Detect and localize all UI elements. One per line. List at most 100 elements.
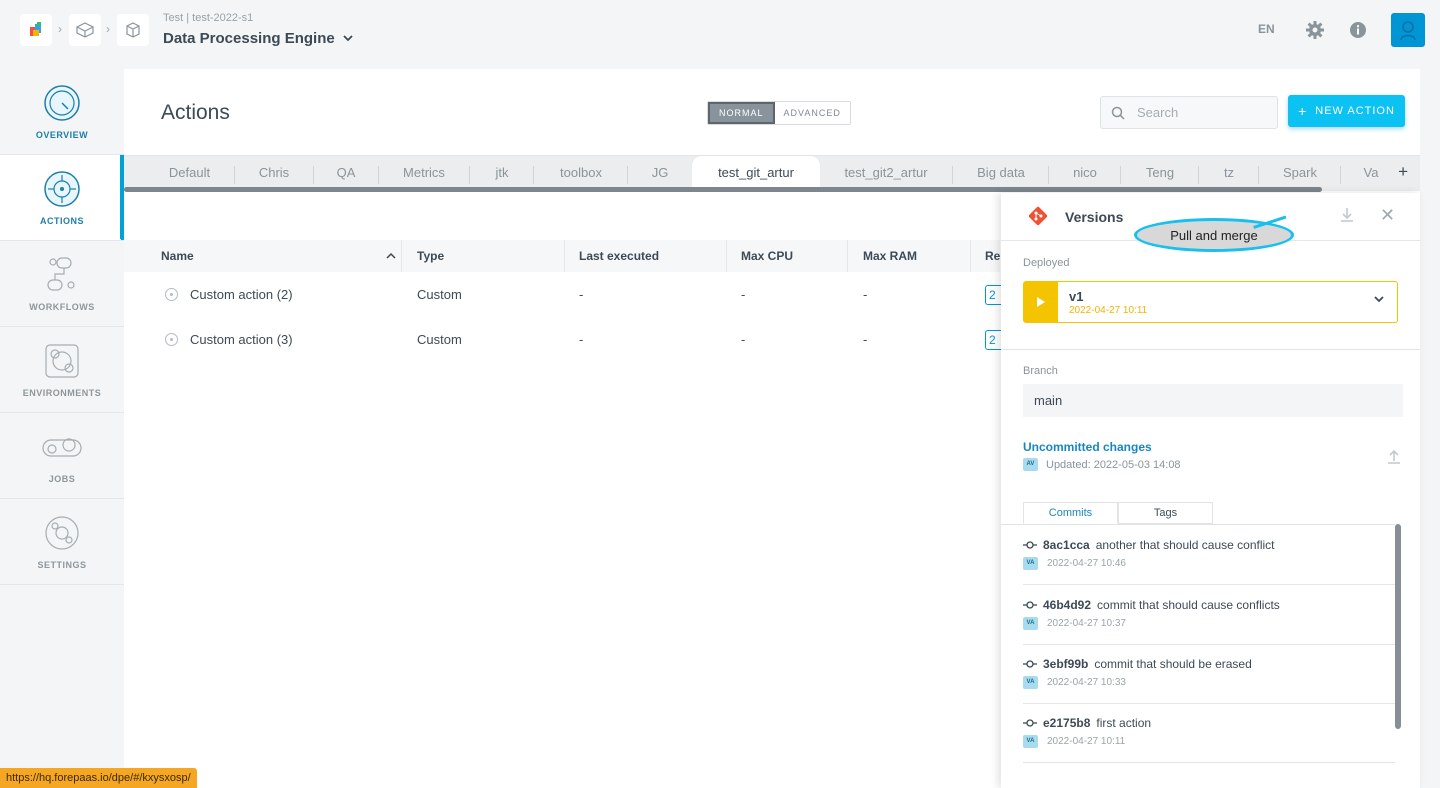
deployed-version: v1 xyxy=(1069,289,1084,304)
info-icon[interactable] xyxy=(1347,19,1369,41)
commit-item[interactable]: e2175b8 first action VA 2022-04-27 10:11 xyxy=(1023,703,1395,763)
commit-item[interactable]: 3ebf99b commit that should be erased VA … xyxy=(1023,644,1395,704)
tab-divider xyxy=(952,166,953,184)
tab-toolbox[interactable]: toolbox xyxy=(536,156,626,190)
uncommitted-changes-link[interactable]: Uncommitted changes xyxy=(1023,440,1152,454)
tab-spark[interactable]: Spark xyxy=(1260,156,1340,190)
tab-tags[interactable]: Tags xyxy=(1118,502,1213,524)
table-row[interactable]: Custom action (2) Custom - - - 2 xyxy=(124,272,1001,317)
tab-divider xyxy=(1048,166,1049,184)
resource-badge: 2 xyxy=(985,330,1001,350)
search-input[interactable]: Search xyxy=(1100,96,1278,129)
tab-divider xyxy=(1198,166,1199,184)
environment-icon xyxy=(45,343,79,378)
dpe-app-icon[interactable] xyxy=(117,14,149,46)
tab-tz[interactable]: tz xyxy=(1200,156,1258,190)
project-icon[interactable] xyxy=(69,14,101,46)
action-last-executed: - xyxy=(579,287,584,302)
user-avatar: VA xyxy=(1023,557,1038,570)
column-divider xyxy=(564,240,565,272)
app-selector[interactable]: Data Processing Engine xyxy=(163,30,353,47)
tab-qa[interactable]: QA xyxy=(314,156,378,190)
commit-item[interactable]: 8ac1cca another that should cause confli… xyxy=(1023,525,1395,585)
tab-scrollbar[interactable] xyxy=(124,187,1322,192)
tab-nico[interactable]: nico xyxy=(1050,156,1120,190)
commit-icon xyxy=(1023,601,1037,609)
sidebar-item-overview[interactable]: OVERVIEW xyxy=(0,69,124,155)
sidebar-item-label: ENVIRONMENTS xyxy=(22,387,102,398)
tab-jg[interactable]: JG xyxy=(630,156,690,190)
close-icon[interactable]: ✕ xyxy=(1380,205,1395,226)
column-max-cpu[interactable]: Max CPU xyxy=(741,240,793,272)
commit-scrollbar[interactable] xyxy=(1395,524,1401,729)
tab-metrics[interactable]: Metrics xyxy=(382,156,466,190)
sidebar-item-environments[interactable]: ENVIRONMENTS xyxy=(0,327,124,413)
upload-icon[interactable] xyxy=(1386,448,1402,464)
sidebar-item-settings[interactable]: SETTINGS xyxy=(0,499,124,585)
plus-icon: + xyxy=(1298,103,1308,119)
tab-commits[interactable]: Commits xyxy=(1023,502,1118,524)
column-name[interactable]: Name xyxy=(161,240,194,272)
column-last-executed[interactable]: Last executed xyxy=(579,240,659,272)
play-icon xyxy=(1024,282,1058,322)
user-avatar: AV xyxy=(1023,458,1038,471)
commit-tabs: Commits Tags xyxy=(1023,502,1213,524)
commit-item[interactable]: 46b4d92 commit that should cause conflic… xyxy=(1023,585,1395,645)
app-name: Data Processing Engine xyxy=(163,30,335,47)
action-name[interactable]: Custom action (2) xyxy=(190,272,293,317)
status-url: https://hq.forepaas.io/dpe/#/kxysxosp/ xyxy=(0,768,197,788)
commit-date: 2022-04-27 10:46 xyxy=(1047,558,1126,569)
top-bar: › › Test | test-2022-s1 Data Processing … xyxy=(0,0,1440,62)
tab-divider xyxy=(469,166,470,184)
table-header: Name Type Last executed Max CPU Max RAM … xyxy=(124,240,1000,272)
commit-hash: e2175b8 xyxy=(1043,716,1091,730)
tab-test-git2-artur[interactable]: test_git2_artur xyxy=(824,156,948,190)
sidebar-item-actions[interactable]: ACTIONS xyxy=(0,155,124,241)
commit-hash: 3ebf99b xyxy=(1043,657,1089,671)
sidebar-item-workflows[interactable]: WORKFLOWS xyxy=(0,241,124,327)
table-row[interactable]: Custom action (3) Custom - - - 2 xyxy=(124,317,1001,362)
sort-up-icon[interactable] xyxy=(386,252,396,259)
deployed-date: 2022-04-27 10:11 xyxy=(1069,305,1148,316)
user-avatar: VA xyxy=(1023,735,1038,748)
breadcrumb-project: Test | test-2022-s1 xyxy=(163,12,254,24)
branch-label: Branch xyxy=(1023,365,1058,377)
commit-hash: 46b4d92 xyxy=(1043,598,1092,612)
new-action-label: NEW ACTION xyxy=(1315,105,1395,117)
deployed-label: Deployed xyxy=(1023,257,1070,269)
language-selector[interactable]: EN xyxy=(1258,22,1275,36)
search-icon xyxy=(1111,106,1125,120)
commit-icon xyxy=(1023,660,1037,668)
action-last-executed: - xyxy=(579,332,584,347)
commit-icon xyxy=(1023,719,1037,727)
uncommitted-meta: AV Updated: 2022-05-03 14:08 xyxy=(1023,458,1181,471)
tab-va[interactable]: Va xyxy=(1356,156,1386,190)
branch-field[interactable]: main xyxy=(1023,384,1403,417)
download-icon[interactable] xyxy=(1339,207,1355,223)
mode-advanced-button[interactable]: ADVANCED xyxy=(775,102,850,124)
forepaas-logo[interactable] xyxy=(20,14,52,46)
tab-chris[interactable]: Chris xyxy=(242,156,306,190)
column-max-ram[interactable]: Max RAM xyxy=(863,240,917,272)
gear-icon[interactable] xyxy=(1304,19,1326,41)
column-type[interactable]: Type xyxy=(417,240,444,272)
breadcrumb-separator: › xyxy=(58,22,62,36)
tab-jtk[interactable]: jtk xyxy=(472,156,532,190)
user-avatar[interactable] xyxy=(1391,13,1425,47)
sidebar-item-label: SETTINGS xyxy=(37,559,87,570)
tab-teng[interactable]: Teng xyxy=(1122,156,1198,190)
new-action-button[interactable]: + NEW ACTION xyxy=(1288,95,1405,127)
tab-big-data[interactable]: Big data xyxy=(954,156,1048,190)
column-resources[interactable]: Re xyxy=(985,240,1000,272)
git-icon xyxy=(1028,206,1048,226)
action-name[interactable]: Custom action (3) xyxy=(190,317,293,362)
mode-normal-button[interactable]: NORMAL xyxy=(708,102,775,124)
add-tab-icon[interactable]: + xyxy=(1398,162,1408,182)
action-type: Custom xyxy=(417,287,462,302)
tab-divider xyxy=(1340,166,1341,184)
commit-date: 2022-04-27 10:33 xyxy=(1047,677,1126,688)
tab-default[interactable]: Default xyxy=(154,156,225,190)
deployed-version-select[interactable]: v1 2022-04-27 10:11 xyxy=(1023,281,1398,323)
sidebar-item-jobs[interactable]: JOBS xyxy=(0,413,124,499)
action-max-cpu: - xyxy=(741,287,746,302)
